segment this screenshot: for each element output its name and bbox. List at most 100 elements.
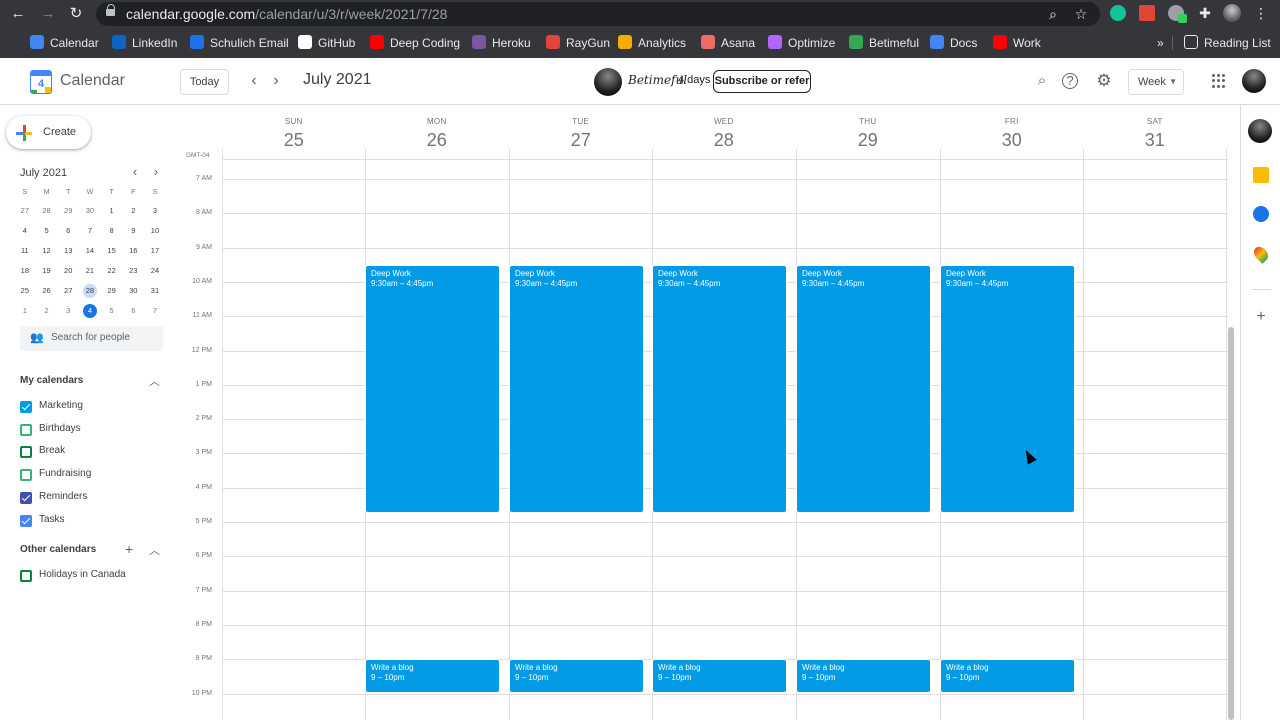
bookmark-optimize[interactable]: Optimize — [768, 35, 835, 51]
bookmark-work[interactable]: Work — [993, 35, 1041, 51]
mini-calendar-day[interactable]: 17 — [144, 241, 166, 261]
day-header-thu[interactable]: THU 29 — [796, 105, 940, 155]
apps-grid-icon[interactable] — [1212, 74, 1226, 88]
mini-calendar-day[interactable]: 15 — [101, 241, 123, 261]
zoom-icon[interactable]: ⌕ — [1044, 5, 1062, 23]
mini-calendar-day[interactable]: 28 — [36, 201, 58, 221]
mini-calendar-day[interactable]: 21 — [79, 261, 101, 281]
mini-calendar-day[interactable]: 4 — [14, 221, 36, 241]
mini-calendar-day[interactable]: 19 — [36, 261, 58, 281]
event-write-a-blog[interactable]: Write a blog 9 – 10pm — [940, 659, 1075, 694]
back-icon[interactable]: ← — [8, 4, 28, 24]
mini-calendar-day[interactable]: 30 — [122, 281, 144, 301]
account-avatar[interactable] — [1242, 69, 1266, 93]
settings-gear-icon[interactable]: ⚙ — [1094, 71, 1114, 91]
mini-calendar-day[interactable]: 11 — [14, 241, 36, 261]
bookmarks-overflow-icon[interactable]: » — [1157, 35, 1164, 51]
mini-calendar-day[interactable]: 14 — [79, 241, 101, 261]
mini-calendar-day[interactable]: 25 — [14, 281, 36, 301]
grammarly-extension-icon[interactable] — [1110, 5, 1126, 21]
address-bar[interactable]: calendar.google.com/calendar/u/3/r/week/… — [96, 2, 1100, 26]
mini-next-month-icon[interactable]: › — [149, 165, 163, 179]
mini-prev-month-icon[interactable]: ‹ — [128, 165, 142, 179]
day-header-sat[interactable]: SAT 31 — [1083, 105, 1227, 155]
mini-calendar-day[interactable]: 29 — [101, 281, 123, 301]
day-header-sun[interactable]: SUN 25 — [222, 105, 366, 155]
day-number[interactable]: 25 — [222, 130, 366, 151]
kebab-menu-icon[interactable]: ⋮ — [1252, 4, 1270, 22]
mini-calendar-day[interactable]: 4 — [79, 301, 101, 321]
next-week-icon[interactable]: › — [266, 71, 286, 91]
mini-calendar-day[interactable]: 7 — [144, 301, 166, 321]
bookmark-betimeful[interactable]: Betimeful — [849, 35, 919, 51]
keep-icon[interactable] — [1253, 167, 1269, 183]
mini-calendar-day[interactable]: 24 — [144, 261, 166, 281]
reading-list-button[interactable]: Reading List — [1184, 35, 1271, 51]
mini-calendar-day[interactable]: 1 — [101, 201, 123, 221]
today-button[interactable]: Today — [180, 69, 229, 95]
mini-calendar-day[interactable]: 7 — [79, 221, 101, 241]
view-selector[interactable]: Week ▼ — [1128, 69, 1184, 95]
mini-calendar-day[interactable]: 28 — [79, 281, 101, 301]
search-icon[interactable]: ⌕ — [1032, 71, 1052, 91]
betimeful-addon-icon[interactable] — [1248, 119, 1272, 143]
mini-calendar-day[interactable]: 20 — [57, 261, 79, 281]
bookmark-deep-coding[interactable]: Deep Coding — [370, 35, 460, 51]
extension-icon[interactable] — [1139, 5, 1155, 21]
maps-icon[interactable] — [1251, 244, 1271, 264]
day-number[interactable]: 31 — [1083, 130, 1227, 151]
betimeful-avatar[interactable] — [594, 68, 622, 96]
mini-calendar-day[interactable]: 31 — [144, 281, 166, 301]
mini-calendar-day[interactable]: 26 — [36, 281, 58, 301]
mini-calendar-day[interactable]: 9 — [122, 221, 144, 241]
day-number[interactable]: 29 — [796, 130, 940, 151]
mini-calendar-day[interactable]: 8 — [101, 221, 123, 241]
add-addon-icon[interactable]: + — [1253, 309, 1269, 325]
calendar-checkbox[interactable] — [20, 423, 32, 436]
mini-calendar-day[interactable]: 2 — [122, 201, 144, 221]
mini-calendar-day[interactable]: 12 — [36, 241, 58, 261]
puzzle-icon[interactable]: ✚ — [1196, 4, 1214, 22]
event-write-a-blog[interactable]: Write a blog 9 – 10pm — [652, 659, 787, 694]
mini-calendar-day[interactable]: 30 — [79, 201, 101, 221]
day-number[interactable]: 27 — [509, 130, 653, 151]
app-name[interactable]: Calendar — [60, 72, 125, 90]
event-deep-work[interactable]: Deep Work 9:30am – 4:45pm — [509, 264, 644, 514]
bookmark-schulich-email[interactable]: Schulich Email — [190, 35, 289, 51]
help-icon[interactable]: ? — [1062, 73, 1078, 89]
previous-week-icon[interactable]: ‹ — [244, 71, 264, 91]
mini-calendar-day[interactable]: 5 — [36, 221, 58, 241]
collapse-icon[interactable]: ︿ — [149, 373, 160, 389]
event-deep-work[interactable]: Deep Work 9:30am – 4:45pm — [796, 264, 931, 514]
forward-icon[interactable]: → — [38, 4, 58, 24]
mini-calendar-day[interactable]: 22 — [101, 261, 123, 281]
bookmark-analytics[interactable]: Analytics — [618, 35, 686, 51]
mini-calendar-day[interactable]: 16 — [122, 241, 144, 261]
mini-calendar-day[interactable]: 13 — [57, 241, 79, 261]
bookmark-calendar[interactable]: Calendar — [30, 35, 99, 51]
calendar-checkbox[interactable] — [20, 514, 32, 527]
scrollbar[interactable] — [1228, 327, 1234, 720]
day-header-fri[interactable]: FRI 30 — [940, 105, 1084, 155]
search-people-input[interactable]: 👥 Search for people — [20, 326, 163, 351]
event-write-a-blog[interactable]: Write a blog 9 – 10pm — [365, 659, 500, 694]
mini-calendar-day[interactable]: 3 — [57, 301, 79, 321]
mini-calendar-day[interactable]: 18 — [14, 261, 36, 281]
other-calendars-title[interactable]: Other calendars — [20, 544, 96, 555]
day-header-tue[interactable]: TUE 27 — [509, 105, 653, 155]
bookmark-asana[interactable]: Asana — [701, 35, 755, 51]
url-text[interactable]: calendar.google.com/calendar/u/3/r/week/… — [126, 6, 447, 22]
bookmark-linkedin[interactable]: LinkedIn — [112, 35, 177, 51]
calendar-checkbox[interactable] — [20, 491, 32, 504]
bookmark-raygun[interactable]: RayGun — [546, 35, 610, 51]
create-button[interactable]: Create — [6, 116, 91, 149]
calendar-checkbox[interactable] — [20, 570, 32, 582]
mini-calendar-day[interactable]: 29 — [57, 201, 79, 221]
mini-calendar-day[interactable]: 3 — [144, 201, 166, 221]
add-calendar-icon[interactable]: + — [125, 541, 133, 557]
calendar-logo-icon[interactable]: 4 — [30, 70, 52, 94]
day-header-mon[interactable]: MON 26 — [365, 105, 509, 155]
mini-calendar-day[interactable]: 23 — [122, 261, 144, 281]
day-number[interactable]: 30 — [940, 130, 1084, 151]
collapse-icon[interactable]: ︿ — [149, 542, 160, 558]
